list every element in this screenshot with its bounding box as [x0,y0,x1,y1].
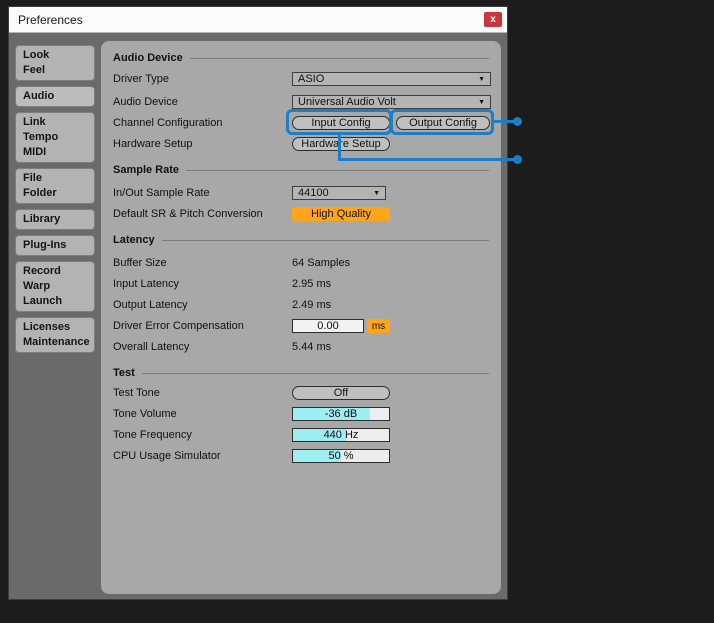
buffer-size-value: 64 Samples [292,257,351,269]
driver-error-unit-badge: ms [367,319,390,333]
section-header-latency: Latency [113,232,489,248]
tab-label-line: Licenses [23,321,71,333]
output-latency-value: 2.49 ms [292,299,332,311]
window-title: Preferences [18,12,83,27]
hardware-setup-row: Hardware Setup Hardware Setup [113,134,491,154]
cpu-usage-row: CPU Usage Simulator 50 % [113,446,491,466]
section-divider [141,372,489,374]
overall-latency-row: Overall Latency 5.44 ms [113,337,491,357]
close-icon: x [490,14,496,25]
tab-label-line: Warp [23,280,51,292]
tab-label-line: Tempo [23,131,59,143]
tab-label-line: File [23,172,42,184]
hardware-setup-button[interactable]: Hardware Setup [292,137,390,151]
chevron-down-icon: ▼ [478,75,485,83]
close-button[interactable]: x [484,12,502,27]
tab-label-line: Feel [23,64,46,76]
input-latency-value: 2.95 ms [292,278,332,290]
tone-volume-value: -36 dB [324,408,358,420]
driver-error-input[interactable]: 0.00 [292,319,364,333]
tab-label-line: MIDI [23,146,47,158]
driver-type-label: Driver Type [113,73,170,85]
sample-rate-row: In/Out Sample Rate 44100 ▼ [113,183,491,203]
cpu-usage-label: CPU Usage Simulator [113,450,221,462]
buffer-size-label: Buffer Size [113,257,167,269]
driver-error-label: Driver Error Compensation [113,320,244,332]
buffer-size-row: Buffer Size 64 Samples [113,253,491,273]
sample-rate-value: 44100 [298,187,329,199]
tab-label-line: Launch [23,295,63,307]
sidebar: Look Feel Audio Link Tempo MIDI File Fol… [15,45,95,353]
tone-frequency-label: Tone Frequency [113,429,192,441]
sr-conversion-label: Default SR & Pitch Conversion [113,208,263,220]
section-header-test: Test [113,365,489,381]
output-config-callout-box [390,109,494,135]
input-latency-label: Input Latency [113,278,180,290]
tone-frequency-slider[interactable]: 440 Hz [292,428,390,442]
tone-frequency-value: 440 Hz [323,429,359,441]
preferences-window: Preferences x Look Feel Audio Link Tempo… [8,6,508,600]
input-config-callout-line-horizontal [338,158,516,161]
sidebar-tab-link-tempo-midi[interactable]: Link Tempo MIDI [15,112,95,163]
tab-label-line: Record [23,265,61,277]
sidebar-tab-record-warp-launch[interactable]: Record Warp Launch [15,261,95,312]
tab-label-line: Folder [23,187,57,199]
overall-latency-label: Overall Latency [113,341,190,353]
section-divider [161,239,489,241]
driver-error-row: Driver Error Compensation 0.00 ms [113,316,491,336]
chevron-down-icon: ▼ [373,189,380,197]
tab-label-line: Maintenance [23,336,90,348]
sr-conversion-quality-button[interactable]: High Quality [292,207,390,221]
sidebar-tab-audio[interactable]: Audio [15,86,95,107]
section-divider [189,57,489,59]
output-config-callout-dot [513,117,522,126]
test-tone-label: Test Tone [113,387,160,399]
sidebar-tab-look-feel[interactable]: Look Feel [15,45,95,81]
section-header-audio-device: Audio Device [113,50,489,66]
driver-type-row: Driver Type ASIO ▼ [113,69,491,89]
overall-latency-value: 5.44 ms [292,341,332,353]
test-tone-toggle[interactable]: Off [292,386,390,400]
audio-device-select[interactable]: Universal Audio Volt ▼ [292,95,491,109]
sr-conversion-row: Default SR & Pitch Conversion High Quali… [113,204,491,224]
output-latency-label: Output Latency [113,299,188,311]
sidebar-tab-library[interactable]: Library [15,209,95,230]
tab-label-line: Audio [23,90,55,102]
tone-volume-row: Tone Volume -36 dB [113,404,491,424]
tone-volume-slider[interactable]: -36 dB [292,407,390,421]
sidebar-tab-licenses-maintenance[interactable]: Licenses Maintenance [15,317,95,353]
tone-frequency-row: Tone Frequency 440 Hz [113,425,491,445]
tone-volume-label: Tone Volume [113,408,177,420]
tab-label-line: Link [23,116,46,128]
input-config-callout-dot [513,155,522,164]
tab-label-line: Look [23,49,50,61]
in-out-sample-rate-label: In/Out Sample Rate [113,187,210,199]
output-latency-row: Output Latency 2.49 ms [113,295,491,315]
channel-configuration-label: Channel Configuration [113,117,223,129]
hardware-setup-label: Hardware Setup [113,138,193,150]
cpu-usage-value: 50 % [328,450,354,462]
test-tone-row: Test Tone Off [113,383,491,403]
audio-device-label: Audio Device [113,96,178,108]
input-config-callout-box [286,109,392,135]
driver-type-select[interactable]: ASIO ▼ [292,72,491,86]
audio-device-value: Universal Audio Volt [298,96,396,108]
cpu-usage-slider[interactable]: 50 % [292,449,390,463]
tab-label-line: Library [23,213,61,225]
section-divider [186,169,489,171]
sidebar-tab-plug-ins[interactable]: Plug-Ins [15,235,95,256]
chevron-down-icon: ▼ [478,98,485,106]
sample-rate-select[interactable]: 44100 ▼ [292,186,386,200]
titlebar: Preferences x [9,7,507,33]
desktop-background: Preferences x Look Feel Audio Link Tempo… [0,0,714,623]
input-latency-row: Input Latency 2.95 ms [113,274,491,294]
tab-label-line: Plug-Ins [23,239,67,251]
sidebar-tab-file-folder[interactable]: File Folder [15,168,95,204]
section-header-sample-rate: Sample Rate [113,162,489,178]
driver-type-value: ASIO [298,73,325,85]
